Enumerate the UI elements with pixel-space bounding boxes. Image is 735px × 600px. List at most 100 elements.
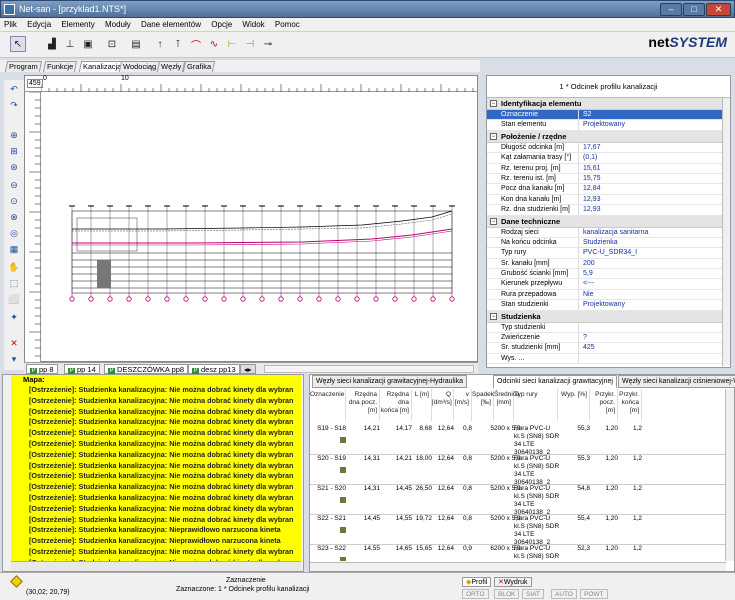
zoom-select-icon[interactable]: ◎: [6, 228, 22, 242]
select-arrow-icon[interactable]: ↖: [10, 36, 26, 52]
prop-value[interactable]: PVC-U_SDR34_I: [579, 248, 730, 257]
column-header[interactable]: Przykr. pocz. [m]: [592, 389, 618, 421]
warning-item[interactable]: [Ostrzeżenie]: Studzienka kanalizacyjna:…: [11, 515, 301, 526]
table-row[interactable]: S19 - S18 14,21 14,17 8,68 12,64 0,8 5 200 x 5,…: [310, 423, 726, 456]
prop-row[interactable]: Śr. kanału [mm] 200: [487, 258, 730, 270]
warning-item[interactable]: [Ostrzeżenie]: Studzienka kanalizacyjna:…: [11, 482, 301, 493]
prop-value[interactable]: 425: [579, 343, 730, 352]
table-row[interactable]: S20 - S19 14,31 14,21 18,00 12,64 0,8 5 200 x 5…: [310, 453, 726, 486]
prop-value[interactable]: 5,9: [579, 269, 730, 278]
prop-value[interactable]: 12,84: [579, 184, 730, 193]
prop-section-header[interactable]: − Identyfikacja elementu: [487, 98, 730, 110]
sheet-nav-icon[interactable]: ◂▸: [240, 364, 256, 374]
prop-row[interactable]: Na końcu odcinka Studzienka: [487, 237, 730, 249]
prop-section-header[interactable]: − Dane techniczne: [487, 215, 730, 228]
prop-row[interactable]: Stan studzienki Projektowany: [487, 300, 730, 311]
table-icon[interactable]: ▤: [128, 36, 144, 52]
insert-node-icon[interactable]: ▟: [44, 36, 60, 52]
menu-dane-elementow[interactable]: Dane elementów: [137, 18, 205, 32]
column-header[interactable]: Średnica [mm]: [494, 389, 520, 421]
mode-powt[interactable]: POWT: [580, 589, 608, 599]
maximize-button[interactable]: □: [683, 3, 705, 16]
prop-value[interactable]: 200: [579, 259, 730, 268]
table-v-scrollbar[interactable]: [725, 389, 734, 561]
warning-item[interactable]: [Ostrzeżenie]: Studzienka kanalizacyjna:…: [11, 428, 301, 439]
menu-widok[interactable]: Widok: [238, 18, 268, 32]
warning-item[interactable]: [Ostrzeżenie]: Studzienka kanalizacyjna:…: [11, 450, 301, 461]
menu-plik[interactable]: Plik: [0, 18, 21, 32]
prop-row[interactable]: Typ rury PVC-U_SDR34_I: [487, 248, 730, 259]
prop-row[interactable]: Rodzaj sieci kanalizacja sanitarna: [487, 227, 730, 238]
prop-value[interactable]: 12,93: [579, 205, 730, 214]
prop-row[interactable]: Typ studzienki: [487, 322, 730, 334]
menu-elementy[interactable]: Elementy: [57, 18, 98, 32]
prop-value[interactable]: Studzienka: [579, 238, 730, 247]
column-header[interactable]: Spadek [‰]: [472, 389, 494, 421]
table-row[interactable]: S23 - S22 14,55 14,65 15,65 12,64 0,9 6 200 x 5…: [310, 543, 726, 561]
prop-row[interactable]: Długość odcinka [m] 17,67: [487, 142, 730, 154]
insert-well-icon[interactable]: ⊥: [62, 36, 78, 52]
tab-odcinki-grawitacyjnej[interactable]: Odcinki sieci kanalizacji grawitacyjnej: [493, 375, 617, 388]
close-button[interactable]: ✕: [706, 3, 731, 16]
zoom-window-icon[interactable]: ⊞: [6, 146, 22, 160]
prop-value[interactable]: [579, 354, 730, 363]
prop-value[interactable]: 15,75: [579, 174, 730, 183]
tab-funkcje[interactable]: Funkcje: [42, 61, 78, 72]
warning-item[interactable]: [Ostrzeżenie]: Studzienka kanalizacyjna:…: [11, 396, 301, 407]
collapse-toggle-icon[interactable]: −: [490, 100, 497, 107]
sheet-tab-pp14[interactable]: Ppp 14: [64, 364, 100, 375]
undo-icon[interactable]: ↶: [6, 84, 22, 98]
redo-icon[interactable]: ↷: [6, 100, 22, 114]
column-header[interactable]: Typ rury: [514, 389, 558, 421]
pan-hand-icon[interactable]: ✋: [6, 262, 22, 276]
zoom-prev-icon[interactable]: ⊙: [6, 196, 22, 210]
tab-wezly[interactable]: Węzły: [156, 61, 186, 72]
column-header[interactable]: L [m]: [412, 389, 432, 421]
valve-icon[interactable]: ⊺: [170, 36, 186, 52]
prop-section-header[interactable]: − Położenie / rzędne: [487, 130, 730, 143]
prop-value[interactable]: 15,61: [579, 164, 730, 173]
arrow-down-icon[interactable]: ▾: [6, 354, 22, 368]
hydrant-icon[interactable]: ↑: [152, 36, 168, 52]
tab-profil[interactable]: ◆Profil: [462, 577, 492, 587]
table-row[interactable]: S21 - S20 14,31 14,45 26,50 12,64 0,8 5 200 x 5…: [310, 483, 726, 516]
insert-pipe-icon[interactable]: ▣: [80, 36, 96, 52]
prop-value[interactable]: (0,1): [579, 153, 730, 162]
select-dotted-icon[interactable]: ⬜: [6, 294, 22, 308]
mode-siat[interactable]: SIAT: [522, 589, 544, 599]
tab-program[interactable]: Program: [4, 61, 42, 72]
warning-item[interactable]: [Ostrzeżenie]: Studzienka kanalizacyjna:…: [11, 504, 301, 515]
fitting-icon[interactable]: ⊢: [224, 36, 240, 52]
prop-value[interactable]: <---: [579, 279, 730, 288]
tab-grafika[interactable]: Grafika: [182, 61, 216, 72]
warning-item[interactable]: [Ostrzeżenie]: Studzienka kanalizacyjna:…: [11, 385, 301, 396]
prop-value[interactable]: kanalizacja sanitarna: [579, 228, 730, 237]
warning-item[interactable]: [Ostrzeżenie]: Studzienka kanalizacyjna:…: [11, 417, 301, 428]
sheet-tab-desz-pp13[interactable]: Pdesz pp13: [188, 364, 240, 375]
prop-value[interactable]: ?: [579, 333, 730, 342]
prop-row[interactable]: Rz. dna studzienki [m] 12,93: [487, 205, 730, 216]
menu-pomoc[interactable]: Pomoc: [271, 18, 304, 32]
sheet-tab-pp8[interactable]: Ppp 8: [26, 364, 58, 375]
warning-item[interactable]: [Ostrzeżenie]: Studzienka kanalizacyjna:…: [11, 439, 301, 450]
prop-value[interactable]: 12,93: [579, 195, 730, 204]
pipe-tool-icon[interactable]: ✦: [6, 312, 22, 326]
warning-item[interactable]: [Ostrzeżenie]: Studzienka kanalizacyjna:…: [11, 461, 301, 472]
warning-item[interactable]: [Ostrzeżenie]: Studzienka kanalizacyjna:…: [11, 493, 301, 504]
profile-icon[interactable]: ⊡: [104, 36, 120, 52]
prop-row[interactable]: Grubość ścianki [mm] 5,9: [487, 269, 730, 280]
warning-item[interactable]: [Ostrzeżenie]: Studzienka kanalizacyjna:…: [11, 407, 301, 418]
connector-icon[interactable]: ⊸: [260, 36, 276, 52]
tab-wydruk[interactable]: ✕Wydruk: [494, 577, 532, 587]
prop-row[interactable]: Oznaczenie S2: [487, 110, 730, 121]
prop-row[interactable]: Stan elementu Projektowany: [487, 120, 730, 131]
column-header[interactable]: Oznaczenie: [310, 389, 346, 421]
prop-value[interactable]: Projektowany: [579, 120, 730, 129]
tab-wezly-cisnieniowej[interactable]: Węzły sieci kanalizacji ciśnieniowej-W: [618, 375, 735, 388]
prop-row[interactable]: Pocz dna kanału [m] 12,84: [487, 184, 730, 195]
prop-row[interactable]: Kierunek przepływu <---: [487, 279, 730, 290]
sheet-tab-deszczowka[interactable]: P DESZCZÓWKA pp8: [104, 364, 189, 375]
bend-icon[interactable]: ⌒: [188, 36, 204, 52]
prop-row[interactable]: Kąt załamania trasy [°] (0,1): [487, 153, 730, 164]
prop-row[interactable]: Śr. studzienki [mm] 425: [487, 343, 730, 354]
